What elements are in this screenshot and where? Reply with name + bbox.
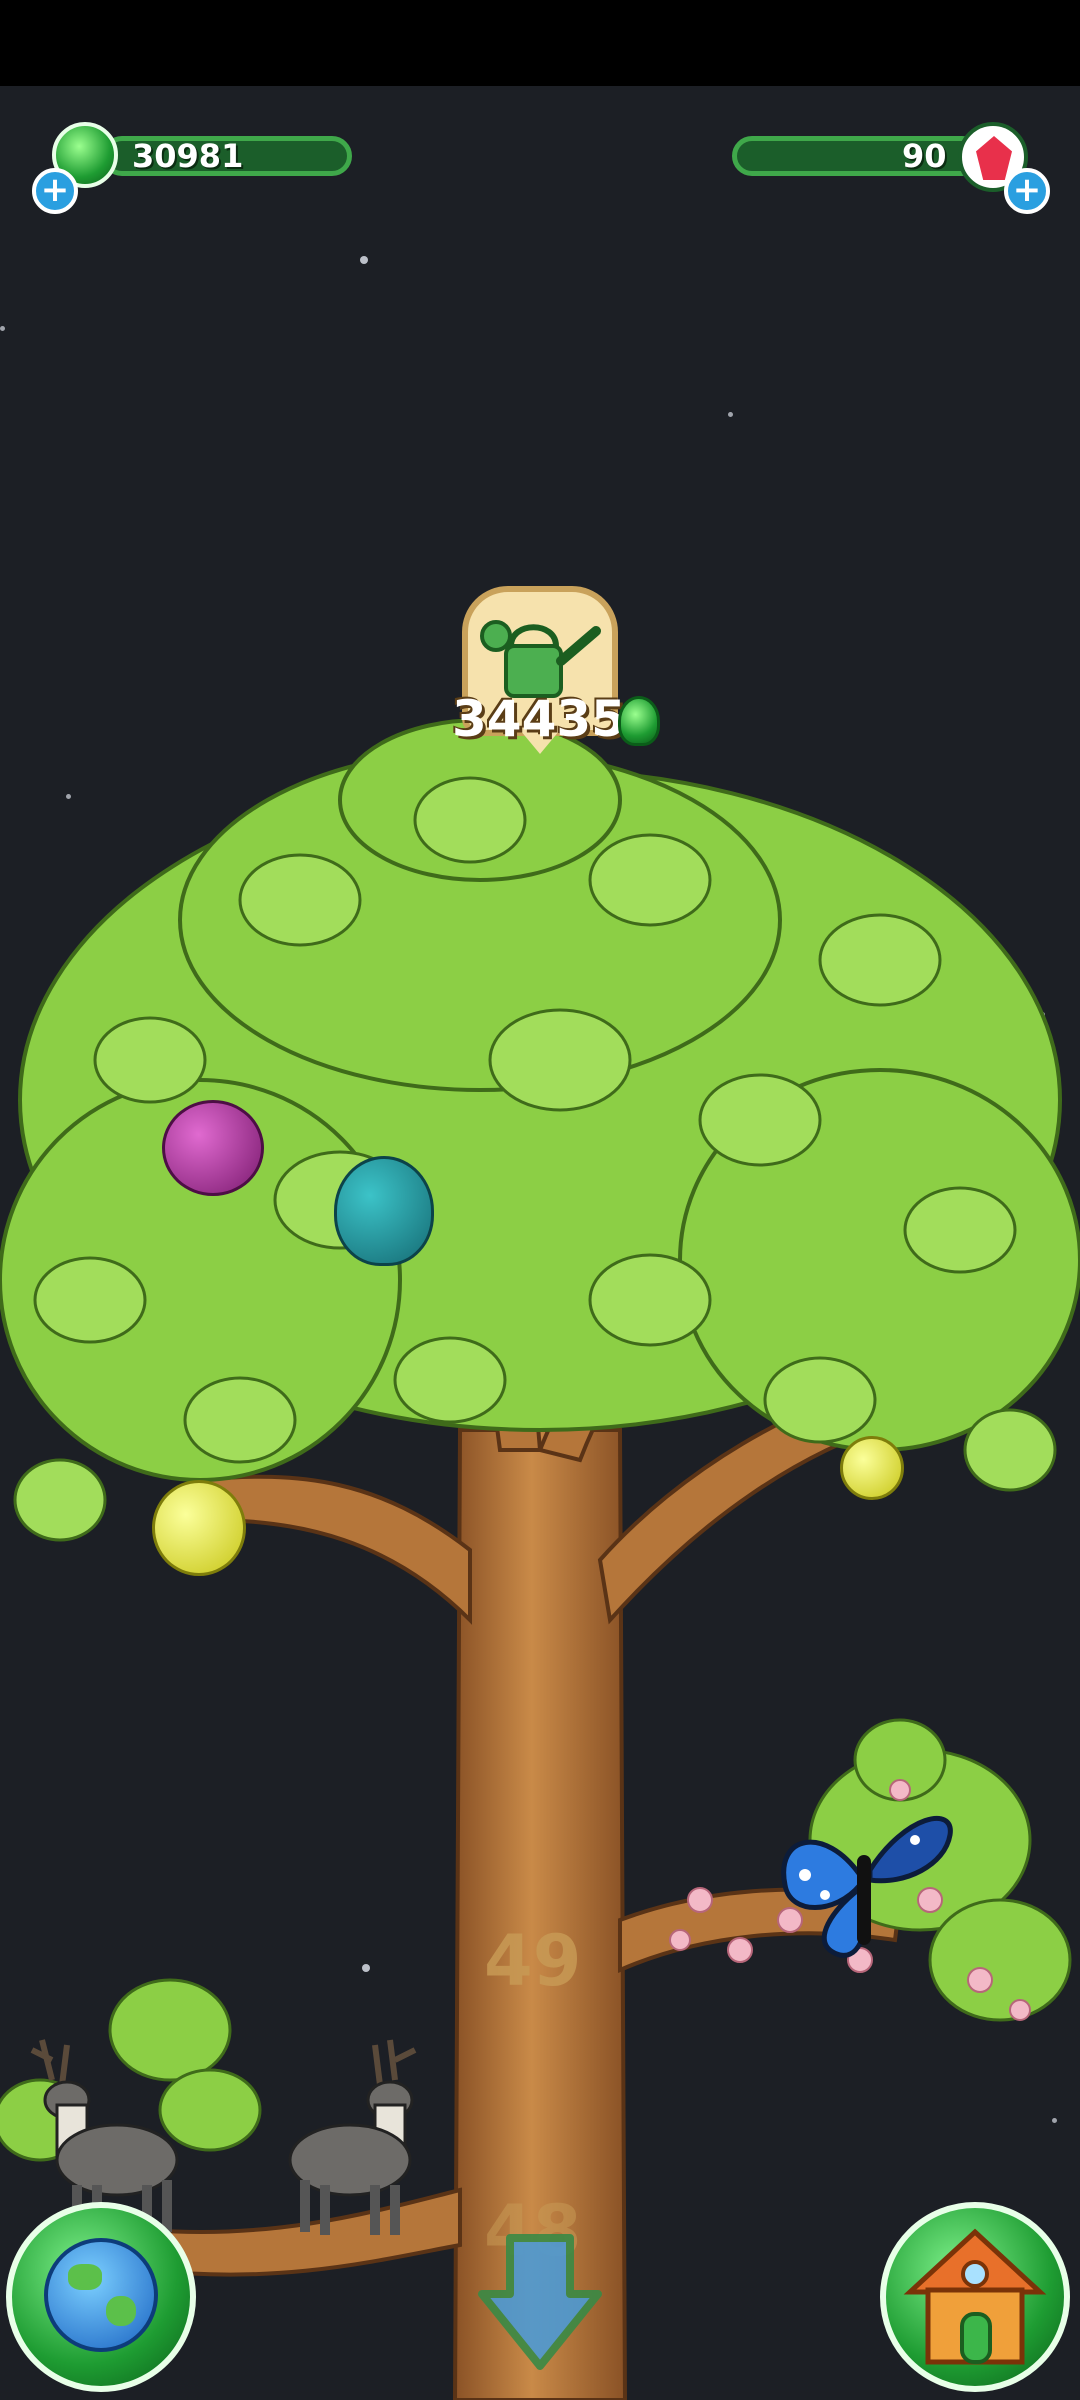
add-gems-button[interactable]: + bbox=[32, 168, 78, 214]
home-button[interactable] bbox=[880, 2202, 1070, 2392]
gem-counter: 30981 + bbox=[32, 122, 352, 214]
house-icon bbox=[903, 2228, 1047, 2365]
world-button[interactable] bbox=[6, 2202, 196, 2392]
add-crystals-button[interactable]: + bbox=[1004, 168, 1050, 214]
scroll-down-button[interactable] bbox=[476, 2232, 604, 2372]
plus-icon: + bbox=[40, 170, 70, 210]
lemon-fruit-large[interactable] bbox=[152, 1480, 246, 1576]
crystal-counter: 90 + bbox=[732, 122, 1052, 214]
globe-icon bbox=[44, 2238, 158, 2352]
butterfly-creature[interactable] bbox=[765, 1795, 965, 1965]
down-arrow-icon bbox=[478, 2234, 602, 2370]
plus-icon: + bbox=[1012, 170, 1042, 210]
lemon-fruit-small[interactable] bbox=[840, 1436, 904, 1500]
crystal-count: 90 bbox=[902, 137, 947, 175]
teal-fruit[interactable] bbox=[334, 1156, 434, 1266]
tree-level-number: 49 bbox=[484, 1920, 582, 2002]
plum-fruit[interactable] bbox=[162, 1100, 264, 1196]
reindeer-right[interactable] bbox=[280, 2020, 460, 2240]
gem-count: 30981 bbox=[132, 137, 244, 175]
upgrade-cost: 34435 bbox=[452, 690, 626, 748]
green-gem-icon bbox=[618, 696, 660, 746]
